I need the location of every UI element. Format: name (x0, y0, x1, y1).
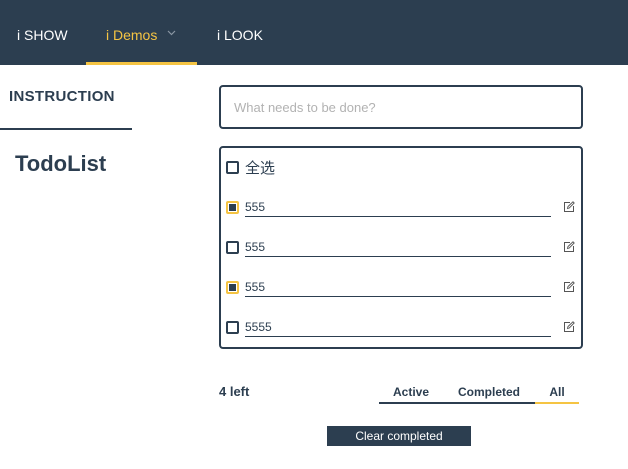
filter-completed[interactable]: Completed (443, 380, 535, 404)
top-nav: i SHOW i Demos i LOOK (0, 0, 628, 65)
nav-item-show[interactable]: i SHOW (17, 0, 68, 65)
new-todo-input[interactable] (219, 85, 583, 129)
select-all-label: 全选 (245, 160, 276, 177)
todo-item-text[interactable]: 555 (245, 200, 551, 217)
filter-all[interactable]: All (535, 380, 579, 404)
todo-checkbox[interactable] (226, 321, 239, 334)
chevron-down-icon[interactable] (167, 30, 176, 36)
select-all-checkbox[interactable] (226, 161, 239, 174)
edit-icon[interactable] (563, 321, 575, 333)
todo-item-text[interactable]: 5555 (245, 320, 551, 337)
active-nav-indicator (86, 62, 197, 65)
page-title: TodoList (15, 151, 107, 176)
edit-icon[interactable] (563, 201, 575, 213)
edit-icon[interactable] (563, 281, 575, 293)
instruction-tab[interactable]: INSTRUCTION (9, 88, 115, 105)
clear-completed-button[interactable]: Clear completed (327, 426, 471, 446)
todo-checkbox[interactable] (226, 241, 239, 254)
todo-checkbox[interactable] (226, 201, 239, 214)
todo-item-text[interactable]: 555 (245, 240, 551, 257)
items-left-count: 4 left (219, 384, 250, 399)
filter-active[interactable]: Active (379, 380, 443, 404)
edit-icon[interactable] (563, 241, 575, 253)
instruction-tab-underline (0, 128, 132, 130)
todo-checkbox[interactable] (226, 281, 239, 294)
nav-item-demos[interactable]: i Demos (106, 0, 157, 65)
nav-item-look[interactable]: i LOOK (217, 0, 263, 65)
todo-item-text[interactable]: 555 (245, 280, 551, 297)
